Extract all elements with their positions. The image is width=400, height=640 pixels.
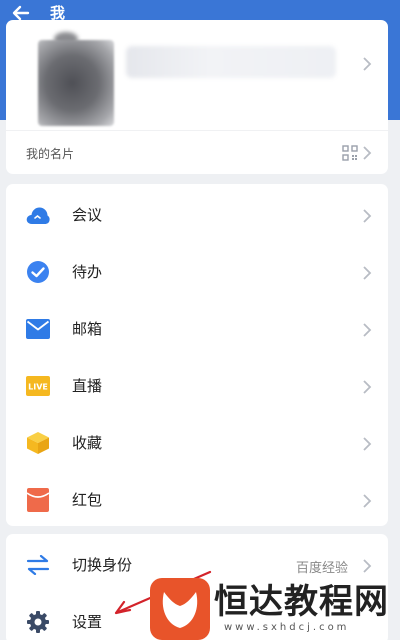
chevron-right-icon — [362, 265, 372, 281]
profile-card[interactable]: 我的名片 — [6, 20, 388, 174]
watermark-text: 恒达教程网 — [214, 582, 389, 622]
chevron-right-icon — [362, 379, 372, 395]
watermark-logo-icon — [150, 578, 210, 640]
my-name-card-row[interactable]: 我的名片 — [6, 130, 388, 174]
menu-item-label: 待办 — [72, 263, 103, 281]
settings-label: 设置 — [72, 613, 103, 631]
menu-item-label: 红包 — [72, 491, 103, 509]
profile-name-blurred — [126, 46, 336, 78]
chevron-right-icon — [362, 493, 372, 509]
red-envelope-icon — [26, 488, 50, 512]
switch-arrows-icon — [26, 553, 50, 577]
menu-item-label: 直播 — [72, 377, 103, 395]
chevron-right-icon — [362, 56, 372, 72]
menu-item-live[interactable]: LIVE 直播 — [6, 357, 388, 414]
chevron-right-icon — [362, 145, 372, 161]
watermark-url: www.sxhdcj.com — [224, 622, 350, 633]
chevron-right-icon — [362, 558, 372, 574]
menu-item-todo[interactable]: 待办 — [6, 243, 388, 300]
menu-item-favorites[interactable]: 收藏 — [6, 414, 388, 471]
mail-icon — [26, 317, 50, 341]
menu-item-mailbox[interactable]: 邮箱 — [6, 300, 388, 357]
menu-item-red-packet[interactable]: 红包 — [6, 471, 388, 528]
box-icon — [26, 431, 50, 455]
chevron-right-icon — [362, 436, 372, 452]
menu-item-label: 收藏 — [72, 434, 103, 452]
menu-item-label: 会议 — [72, 206, 103, 224]
menu-item-label: 邮箱 — [72, 320, 103, 338]
live-icon: LIVE — [26, 374, 50, 398]
gear-icon — [26, 610, 50, 634]
qr-code-icon — [342, 145, 358, 161]
name-card-label: 我的名片 — [26, 147, 75, 161]
feature-menu-card: 会议 待办 邮箱 LIVE 直播 收藏 红包 — [6, 184, 388, 526]
menu-item-meeting[interactable]: 会议 — [6, 186, 388, 243]
cloud-meeting-icon — [26, 203, 50, 227]
chevron-right-icon — [362, 208, 372, 224]
watermark: 恒达教程网 www.sxhdcj.com — [150, 578, 400, 640]
current-identity-value: 百度经验 — [295, 561, 348, 576]
live-badge-text: LIVE — [28, 383, 48, 392]
avatar[interactable] — [38, 40, 114, 126]
chevron-right-icon — [362, 322, 372, 338]
check-circle-icon — [26, 260, 50, 284]
